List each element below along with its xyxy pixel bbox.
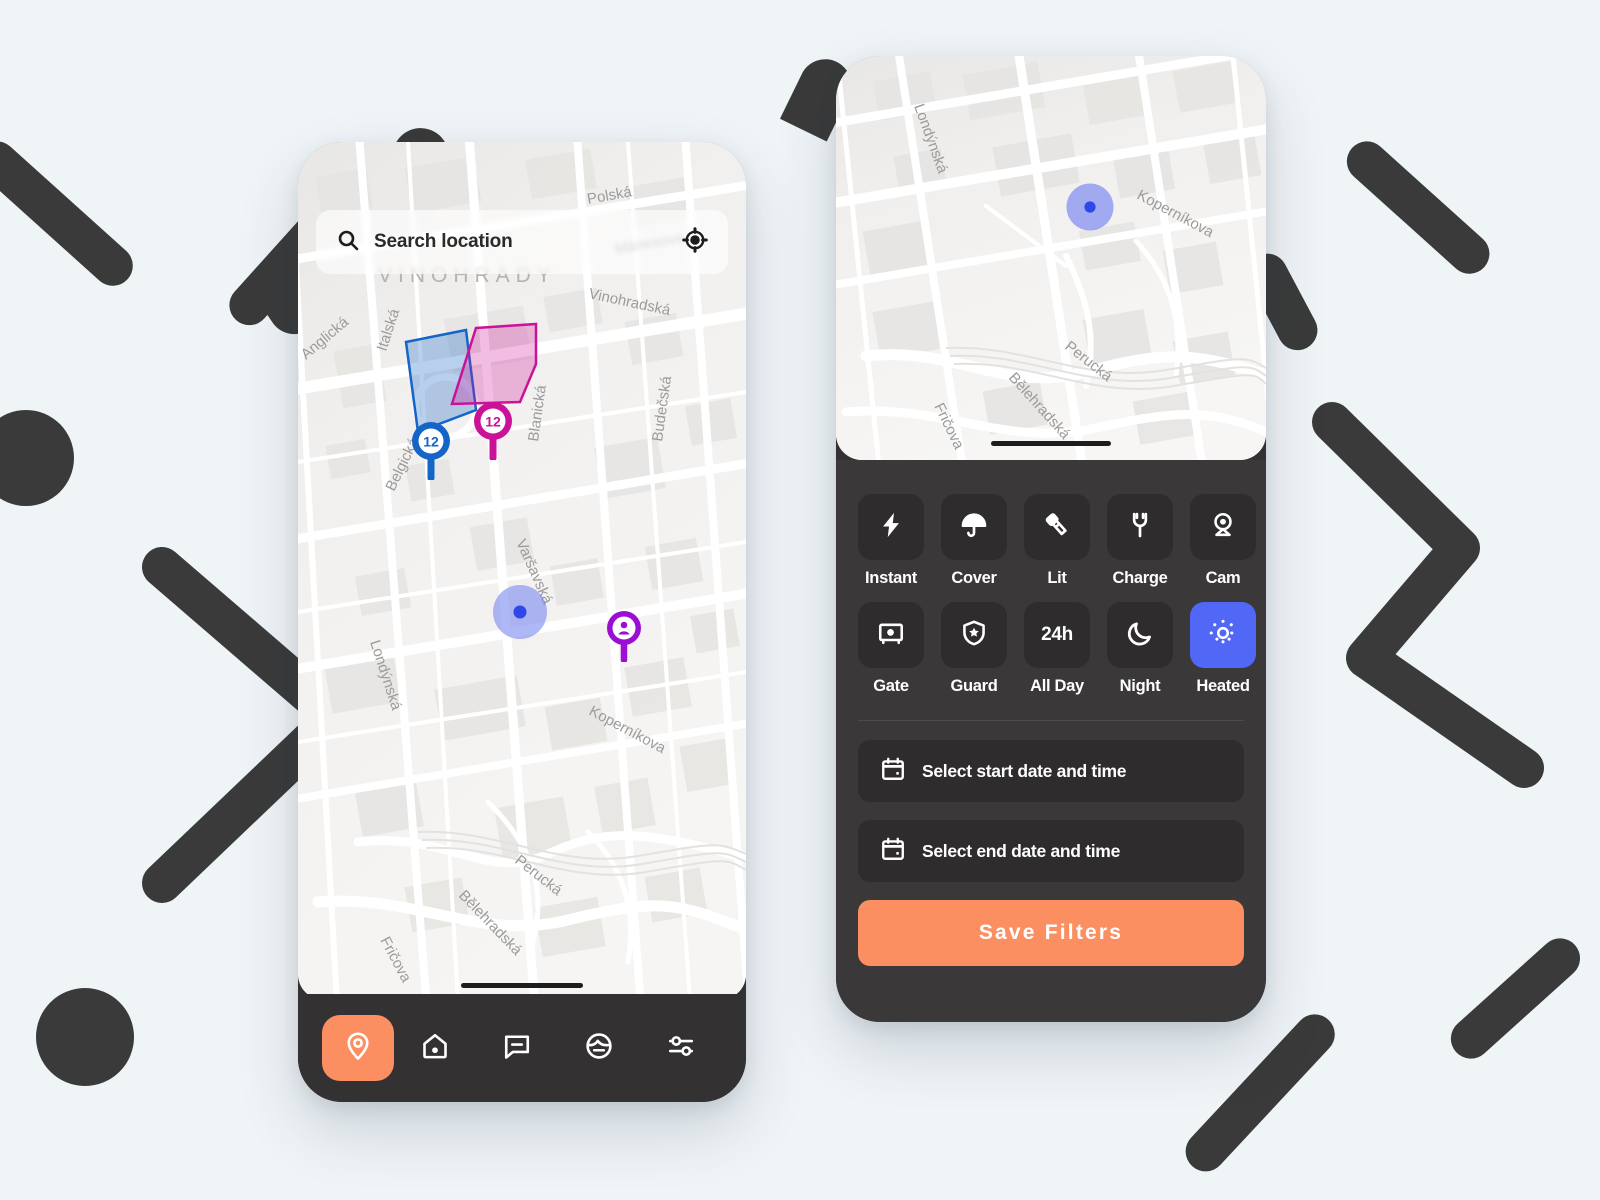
- phone-filters-screen: Londýnská Koperníkova Perucká Bělehradsk…: [836, 56, 1266, 1022]
- sliders-icon: [666, 1031, 696, 1066]
- shield-star-icon: [960, 619, 988, 652]
- filter-charge-label: Charge: [1112, 569, 1168, 587]
- save-filters-button[interactable]: Save Filters: [858, 900, 1244, 966]
- home-indicator: [461, 983, 583, 988]
- filter-instant-label: Instant: [865, 569, 917, 587]
- cluster-count: 12: [485, 414, 501, 430]
- map-pin-icon: [343, 1031, 373, 1066]
- map-view-right[interactable]: Londýnská Koperníkova Perucká Bělehradsk…: [836, 56, 1266, 460]
- filter-charge-tile[interactable]: [1107, 494, 1173, 560]
- app-mockup-canvas: Polská Mánesova Vinohradská Italská Angl…: [0, 0, 1600, 1200]
- filter-instant[interactable]: Instant: [858, 494, 924, 588]
- power-plug-icon: [1126, 511, 1154, 544]
- safe-vault-icon: [877, 619, 905, 652]
- nav-filters[interactable]: [640, 1015, 722, 1081]
- map-view-left[interactable]: Polská Mánesova Vinohradská Italská Angl…: [298, 142, 746, 1000]
- select-end-date-label: Select end date and time: [922, 840, 1120, 861]
- search-bar[interactable]: Search location: [316, 210, 728, 274]
- map-graphics-right: Londýnská Koperníkova Perucká Bělehradsk…: [836, 56, 1266, 460]
- decor-bar-tl: [0, 133, 142, 295]
- filter-all-day-label: All Day: [1030, 677, 1084, 695]
- filter-lit[interactable]: Lit: [1024, 494, 1090, 588]
- bottom-navigation: [298, 994, 746, 1102]
- person-marker[interactable]: [604, 610, 644, 667]
- decor-dot-tl: [0, 410, 74, 506]
- filter-night[interactable]: Night: [1107, 602, 1173, 696]
- decor-bar-br: [1177, 1006, 1344, 1180]
- filter-all-day[interactable]: 24h All Day: [1024, 602, 1090, 696]
- umbrella-icon: [960, 511, 988, 544]
- filter-panel: Instant Cover Lit Charge Cam Gate Guard …: [836, 460, 1266, 1022]
- select-end-date-button[interactable]: Select end date and time: [858, 820, 1244, 882]
- filter-grid-row1: Instant Cover Lit Charge Cam: [858, 494, 1256, 588]
- filter-guard-tile[interactable]: [941, 602, 1007, 668]
- filter-cam[interactable]: Cam: [1190, 494, 1256, 588]
- filter-heated[interactable]: Heated: [1190, 602, 1256, 696]
- sun-icon: [1209, 619, 1237, 652]
- select-start-date-label: Select start date and time: [922, 760, 1127, 781]
- filter-gate-tile[interactable]: [858, 602, 924, 668]
- nav-profile[interactable]: [558, 1015, 640, 1081]
- nav-map[interactable]: [322, 1015, 394, 1081]
- user-location-dot: [492, 584, 548, 645]
- decor-bar-br2: [1442, 930, 1589, 1067]
- filter-cover-tile[interactable]: [941, 494, 1007, 560]
- filter-cover[interactable]: Cover: [941, 494, 1007, 588]
- filter-guard[interactable]: Guard: [941, 602, 1007, 696]
- webcam-icon: [1209, 511, 1237, 544]
- cluster-marker-magenta[interactable]: 12: [470, 400, 516, 465]
- home-icon: [420, 1031, 450, 1066]
- face-avatar-icon: [584, 1031, 614, 1066]
- select-start-date-button[interactable]: Select start date and time: [858, 740, 1244, 802]
- search-input[interactable]: Search location: [374, 231, 668, 253]
- decor-dot-bl: [36, 988, 134, 1086]
- 24h-text-icon: 24h: [1041, 624, 1073, 645]
- flashlight-icon: [1043, 511, 1071, 544]
- filter-gate-label: Gate: [873, 677, 909, 695]
- filter-heated-tile[interactable]: [1190, 602, 1256, 668]
- nav-messages[interactable]: [476, 1015, 558, 1081]
- filter-charge[interactable]: Charge: [1107, 494, 1173, 588]
- decor-zigzag-right: [1310, 400, 1600, 790]
- nav-home[interactable]: [394, 1015, 476, 1081]
- filter-cam-label: Cam: [1205, 569, 1241, 587]
- moon-icon: [1126, 619, 1154, 652]
- filter-gate[interactable]: Gate: [858, 602, 924, 696]
- decor-bar-tr: [1338, 133, 1498, 282]
- filter-instant-tile[interactable]: [858, 494, 924, 560]
- search-icon: [336, 228, 360, 257]
- filter-cover-label: Cover: [951, 569, 997, 587]
- filter-guard-label: Guard: [950, 677, 998, 695]
- lightning-bolt-icon: [877, 511, 905, 544]
- phone-map-screen: Polská Mánesova Vinohradská Italská Angl…: [298, 142, 746, 1102]
- filter-cam-tile[interactable]: [1190, 494, 1256, 560]
- home-indicator: [991, 441, 1111, 446]
- panel-divider: [858, 720, 1244, 721]
- filter-heated-label: Heated: [1196, 677, 1250, 695]
- filter-night-label: Night: [1119, 677, 1161, 695]
- calendar-icon: [880, 756, 906, 787]
- filter-all-day-tile[interactable]: 24h: [1024, 602, 1090, 668]
- calendar-icon: [880, 836, 906, 867]
- filter-lit-label: Lit: [1047, 569, 1067, 587]
- filter-lit-tile[interactable]: [1024, 494, 1090, 560]
- cluster-marker-blue[interactable]: 12: [408, 420, 454, 485]
- cluster-count: 12: [423, 434, 439, 450]
- filter-grid-row2: Gate Guard 24h All Day Night Heated: [858, 602, 1256, 696]
- user-location-dot: [1066, 183, 1114, 236]
- chat-bubble-icon: [502, 1031, 532, 1066]
- filter-night-tile[interactable]: [1107, 602, 1173, 668]
- crosshair-locate-icon[interactable]: [682, 226, 708, 258]
